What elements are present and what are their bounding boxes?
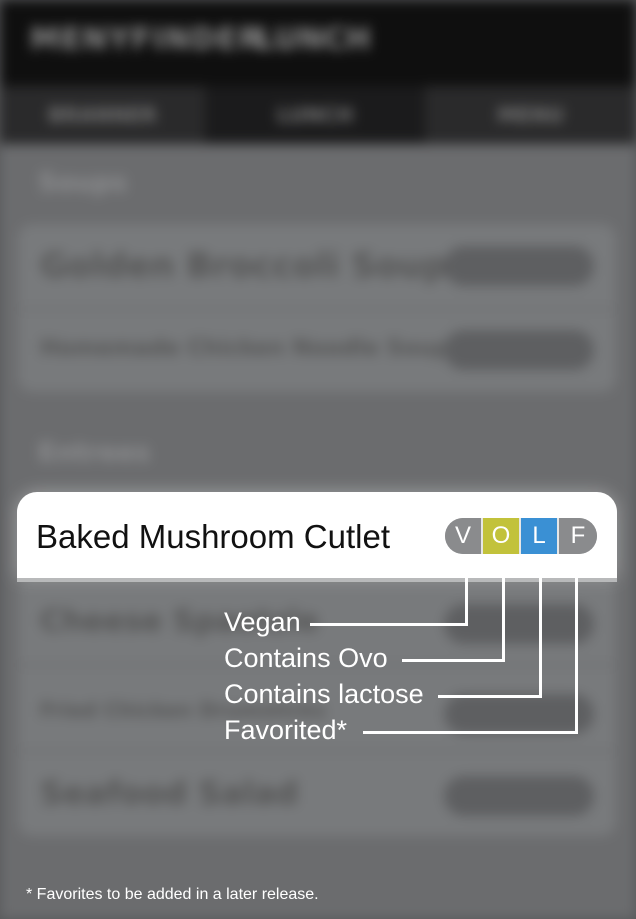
menu-item-name: Baked Mushroom Cutlet <box>36 518 390 555</box>
list-item[interactable]: Golden Broccoli Soup <box>18 224 616 310</box>
list-item-label: Seafood Salad <box>40 774 299 812</box>
connector-line-favorited <box>575 562 578 734</box>
legend-vegan: Vegan <box>224 607 301 637</box>
diet-badge-group: V O L F <box>445 518 597 554</box>
diet-badges <box>444 246 594 286</box>
connector-line-lactose <box>539 562 542 698</box>
section-heading-soups: Soups <box>38 168 128 198</box>
background-app: MENYFINDER LUNCH BRANNER LUNCH MENU Soup… <box>0 0 636 919</box>
list-item-label: Homemade Chicken Noodle Soup <box>40 336 450 361</box>
footnote: * Favorites to be added in a later relea… <box>26 886 319 903</box>
list-item[interactable]: Homemade Chicken Noodle Soup <box>18 310 616 392</box>
legend-lactose: Contains lactose <box>224 679 424 709</box>
meal-tab-bar: BRANNER LUNCH MENU <box>0 86 636 144</box>
app-title: MENYFINDER <box>30 22 263 57</box>
app-title-meal: LUNCH <box>256 22 371 57</box>
connector-line-favorited <box>363 731 578 734</box>
connector-line-vegan <box>310 623 468 626</box>
connector-line-lactose <box>438 695 542 698</box>
soups-card: Golden Broccoli Soup Homemade Chicken No… <box>18 224 616 392</box>
diet-badges <box>444 694 594 734</box>
favorite-badge[interactable]: F <box>559 518 597 554</box>
tab-lunch[interactable]: LUNCH <box>205 86 425 144</box>
vegan-badge: V <box>445 518 483 554</box>
legend-ovo: Contains Ovo <box>224 643 388 673</box>
ovo-badge: O <box>483 518 521 554</box>
highlighted-menu-item[interactable]: Baked Mushroom Cutlet V O L F <box>17 492 617 582</box>
lactose-badge: L <box>521 518 559 554</box>
list-item-label: Golden Broccoli Soup <box>40 246 448 286</box>
connector-line-ovo <box>402 659 505 662</box>
diet-badges <box>444 776 594 816</box>
app-title-bar: MENYFINDER LUNCH <box>0 0 636 86</box>
tab-breakfast[interactable]: BRANNER <box>0 86 205 144</box>
connector-line-vegan <box>465 562 468 626</box>
legend-favorited: Favorited* <box>224 715 348 745</box>
diet-badges <box>444 330 594 370</box>
list-item[interactable]: Seafood Salad <box>18 752 616 836</box>
connector-line-ovo <box>502 562 505 662</box>
section-heading-entrees: Entrees <box>38 438 151 468</box>
tab-menu[interactable]: MENU <box>425 86 636 144</box>
